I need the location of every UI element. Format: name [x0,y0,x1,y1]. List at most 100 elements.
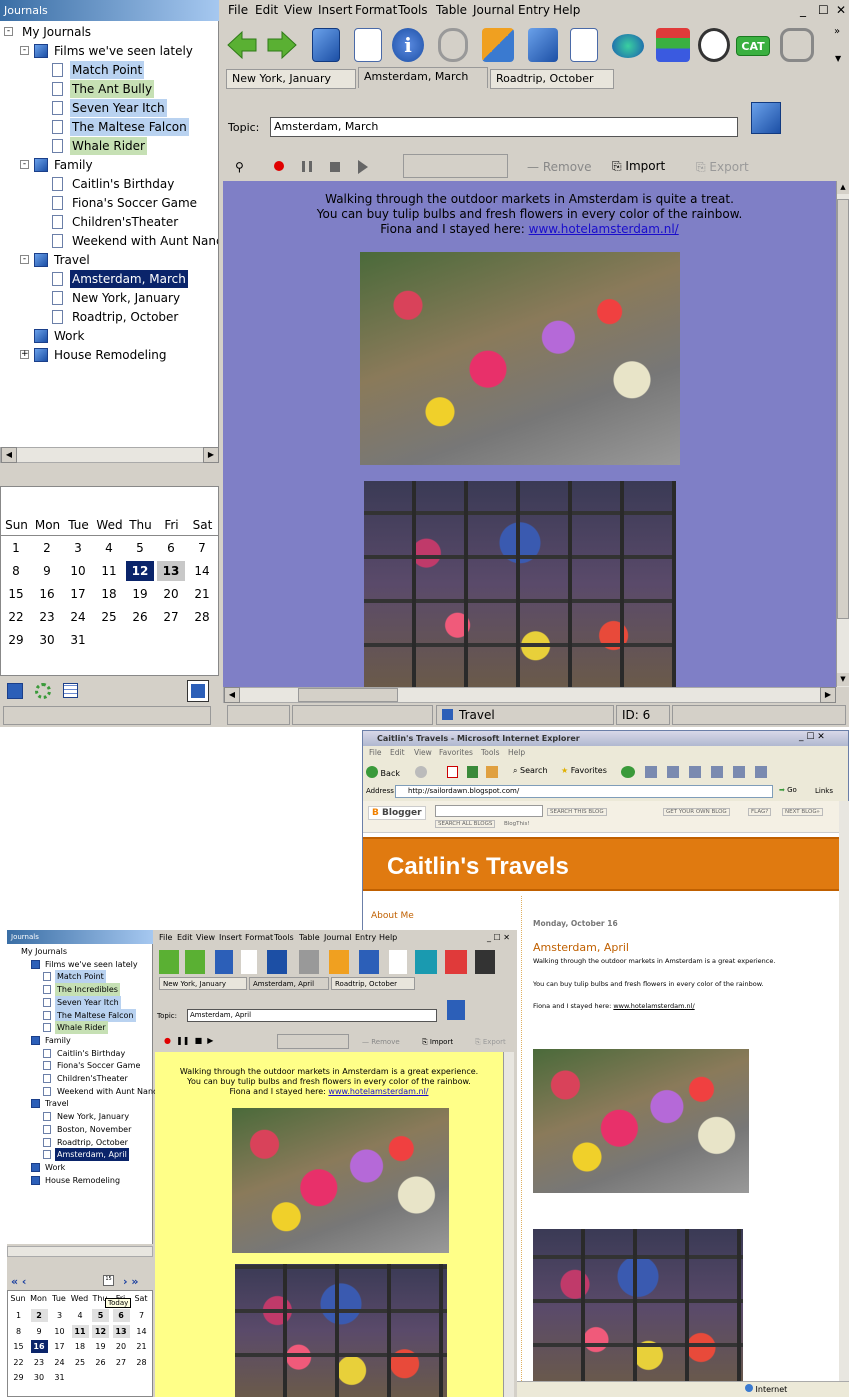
tree-node[interactable]: Weekend with Aunt Nancy [38,232,218,250]
small-menu-item[interactable]: Edit [177,933,193,942]
add-entry-icon[interactable] [570,28,598,62]
small-calendar-day[interactable]: 25 [72,1356,89,1369]
small-hotel-link[interactable]: www.hotelamsterdam.nl/ [328,1087,428,1096]
small-calendar-day[interactable]: 9 [31,1325,48,1338]
calendar-day[interactable]: 20 [157,584,185,604]
small-calendar-day[interactable]: 8 [10,1325,27,1338]
minimize-button[interactable]: _ [800,3,806,17]
tree-node[interactable]: - My Journals [4,23,215,41]
calendar-day[interactable]: 30 [33,630,61,650]
paperclip-attach-icon[interactable] [438,28,468,62]
calendar-day[interactable]: 1 [2,538,30,558]
calendar-day[interactable]: 24 [64,607,92,627]
calendar-day[interactable]: 18 [95,584,123,604]
ie-links-button[interactable]: Links [815,787,833,795]
blog-search-input[interactable] [435,805,543,817]
calendar-day[interactable]: 11 [95,561,123,581]
lock-journal-icon[interactable] [751,102,781,134]
ie-menu-item[interactable]: Help [508,748,525,757]
ie-stop-icon[interactable] [447,766,458,778]
ie-vertical-scrollbar[interactable] [839,801,849,1387]
calendar-day[interactable]: 28 [188,607,216,627]
export-button[interactable]: ⎘ Export [696,160,749,175]
pin-icon[interactable]: ⚲ [235,160,244,174]
small-entry-tab[interactable]: Roadtrip, October [331,977,415,990]
content-scroll-left-icon[interactable]: ◀ [224,687,240,703]
view-toggle-icon[interactable] [187,680,209,702]
tree-node[interactable]: Roadtrip, October [38,308,215,326]
scroll-left-icon[interactable]: ◀ [1,447,17,463]
small-window-controls[interactable]: _ ☐ ✕ [487,933,510,942]
small-calendar-day[interactable]: 2 [30,1309,48,1322]
small-calendar-day[interactable]: 23 [31,1356,48,1369]
content-vertical-scrollbar[interactable]: ▲ ▼ [836,181,849,687]
small-menu-item[interactable]: Table [299,933,320,942]
tree-horizontal-scrollbar[interactable]: ◀ ▶ [0,447,219,463]
tree-node[interactable]: + House Remodeling [20,346,215,364]
tree-node[interactable]: The Maltese Falcon [38,118,215,136]
calendar-day[interactable]: 29 [2,630,30,650]
toolbar-overflow-icon[interactable]: » [834,26,840,37]
small-tree-scrollbar[interactable] [7,1246,153,1257]
new-page-icon[interactable] [354,28,382,62]
tree-node[interactable]: Caitlin's Birthday [38,175,215,193]
ie-back-button[interactable]: Back [366,766,400,778]
tree-node[interactable]: The Ant Bully [38,80,215,98]
small-lock-icon[interactable] [447,1000,465,1020]
next-blog-link[interactable]: NEXT BLOG» [782,808,823,816]
small-calendar-day[interactable]: 4 [72,1309,89,1322]
small-remove-button[interactable]: — Remove [362,1038,400,1046]
scroll-down-icon[interactable]: ▼ [837,673,849,686]
ie-forward-button[interactable] [415,766,427,778]
search-all-blogs-button[interactable]: SEARCH ALL BLOGS [435,820,496,828]
small-menu-item[interactable]: Insert [219,933,242,942]
tree-node[interactable]: Match Point [38,61,215,79]
month-calendar[interactable]: Sun Mon Tue Wed Thu Fri Sat 1 2 3 4 5 6 7 8 9 10 11 12 13 14… [0,486,219,676]
tree-node[interactable]: New York, January [38,289,215,307]
ie-menu-item[interactable]: Edit [390,748,405,757]
remove-button[interactable]: — Remove [527,160,592,174]
link-chain-icon[interactable] [780,28,814,62]
small-calendar-prev-buttons[interactable]: « ‹ [11,1275,26,1288]
small-calendar-day[interactable]: 28 [133,1356,150,1369]
calendar-day[interactable]: 19 [126,584,154,604]
calendar-day[interactable]: 13 [157,561,185,581]
small-content-scrollbar[interactable] [503,1052,514,1397]
small-calendar-day[interactable]: 19 [92,1340,109,1353]
blogthis-link[interactable]: BlogThis! [504,821,530,827]
tree-node[interactable]: Work [20,327,215,345]
calendar-day[interactable]: 26 [126,607,154,627]
small-today-icon[interactable]: 15 [103,1275,114,1286]
menu-item[interactable]: Format [355,3,397,17]
small-topic-input[interactable]: Amsterdam, April [187,1009,437,1022]
ie-menu-item[interactable]: Favorites [439,748,473,757]
small-calendar-day[interactable]: 14 [133,1325,150,1338]
calendar-day[interactable]: 2 [33,538,61,558]
content-scroll-right-icon[interactable]: ▶ [820,687,836,703]
calendar-day[interactable]: 25 [95,607,123,627]
small-calendar-day[interactable]: 26 [92,1356,109,1369]
entry-tab[interactable]: New York, January [226,69,356,89]
small-menu-item[interactable]: Format [245,933,273,942]
small-calendar-day[interactable]: 24 [51,1356,68,1369]
vertical-scroll-thumb[interactable] [837,199,849,619]
add-journal-icon[interactable] [528,28,558,62]
small-calendar-day[interactable]: 31 [51,1371,68,1384]
calendar-day[interactable]: 3 [64,538,92,558]
small-export-button[interactable]: ⎘ Export [475,1038,506,1047]
flag-blog-button[interactable]: FLAG? [748,808,772,816]
small-calendar-day[interactable]: 5 [92,1309,109,1322]
calendar-day[interactable]: 14 [188,561,216,581]
calendar-day[interactable]: 5 [126,538,154,558]
search-this-blog-button[interactable]: SEARCH THIS BLOG [547,808,607,816]
small-calendar-day[interactable]: 3 [51,1309,68,1322]
calendar-day[interactable]: 9 [33,561,61,581]
menu-item[interactable]: Entry [518,3,550,17]
forward-arrow-icon[interactable] [266,28,298,62]
small-entry-tab[interactable]: Amsterdam, April [249,977,329,990]
small-entry-content[interactable]: Walking through the outdoor markets in A… [155,1052,503,1397]
database-icon[interactable] [612,34,644,58]
small-calendar-day[interactable]: 16 [30,1340,48,1353]
ie-refresh-icon[interactable] [467,766,478,778]
small-import-button[interactable]: ⎘ Import [422,1038,453,1047]
